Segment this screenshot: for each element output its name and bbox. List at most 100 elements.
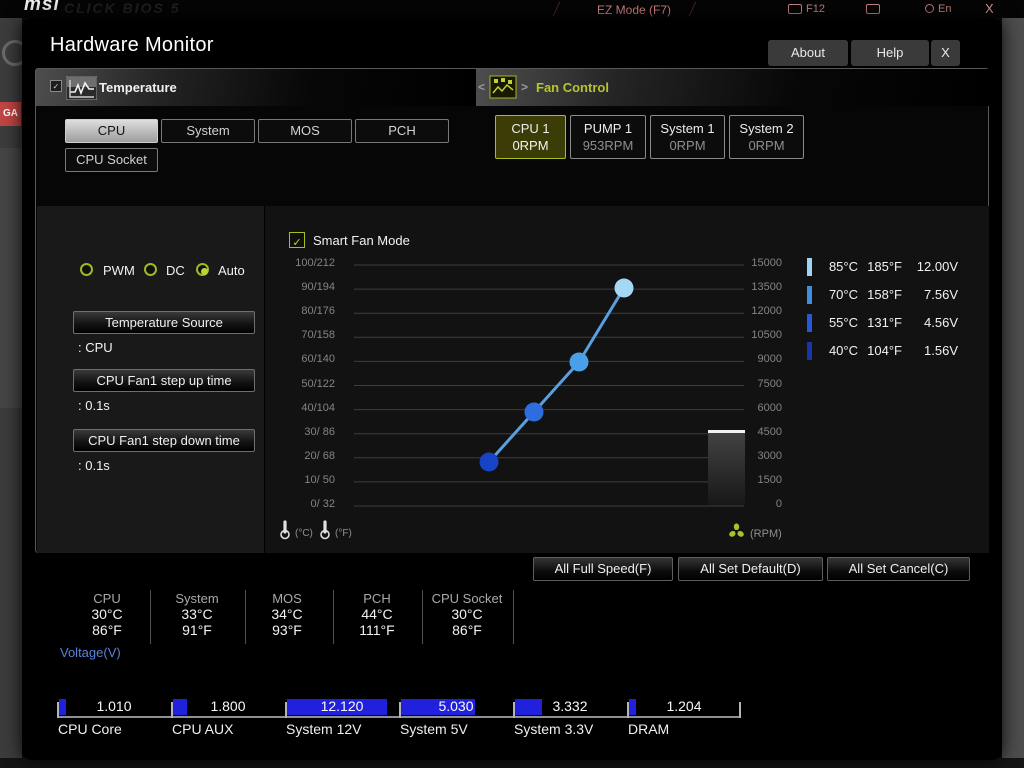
next-section-chevron[interactable]: > [521, 80, 528, 94]
fan-curve-point[interactable] [480, 453, 499, 472]
status-celsius: 34°C [237, 606, 337, 622]
voltage-value: 1.204 [627, 698, 741, 714]
step-down-time-button[interactable]: CPU Fan1 step down time [73, 429, 255, 452]
dialog-close-button[interactable]: X [931, 40, 960, 66]
bios-left-strip: GA [0, 18, 22, 760]
voltage-value: 5.030 [399, 698, 513, 714]
left-strip-texture [0, 148, 22, 408]
prev-section-chevron[interactable]: < [478, 80, 485, 94]
curve-row: 55°C 131°F 4.56V [815, 314, 960, 332]
curve-voltage: 7.56V [902, 286, 958, 304]
fan-tab-cpu1[interactable]: CPU 1 0RPM [495, 115, 566, 159]
curve-row: 85°C 185°F 12.00V [815, 258, 960, 276]
voltage-rail-label: DRAM [628, 721, 669, 737]
fahrenheit-unit-label: (°F) [335, 528, 352, 539]
status-temp-system: System 33°C 91°F [147, 591, 247, 638]
status-fahrenheit: 86°F [57, 622, 157, 638]
radio-circle[interactable] [80, 263, 93, 276]
fan-tab-rpm: 0RPM [651, 137, 724, 154]
temperature-source-value: : CPU [78, 340, 113, 355]
decor-slash [689, 2, 697, 16]
fan-curve-point[interactable] [570, 352, 589, 371]
decor-slash [553, 2, 561, 16]
curve-temp-f: 104°F [858, 342, 902, 360]
step-down-time-value: : 0.1s [78, 458, 110, 473]
voltage-value: 12.120 [285, 698, 399, 714]
curve-row-marker [807, 314, 812, 332]
curve-voltage: 12.00V [902, 258, 958, 276]
collapse-checkbox-icon[interactable]: ✓ [50, 80, 62, 92]
tab-system[interactable]: System [161, 119, 255, 143]
radio-circle[interactable] [144, 263, 157, 276]
curve-temp-f: 131°F [858, 314, 902, 332]
voltage-section-label: Voltage(V) [60, 645, 121, 660]
temperature-graph-icon [66, 76, 97, 100]
f12-hotkey-label: F12 [806, 3, 825, 15]
status-label: MOS [237, 591, 337, 606]
status-label: CPU [57, 591, 157, 606]
fan-tab-pump1[interactable]: PUMP 1 953RPM [570, 115, 646, 159]
fan-tab-system2[interactable]: System 2 0RPM [729, 115, 804, 159]
status-label: System [147, 591, 247, 606]
led-bulb-icon[interactable] [925, 4, 934, 13]
status-temp-cpu-socket: CPU Socket 30°C 86°F [417, 591, 517, 638]
fan-tab-system1[interactable]: System 1 0RPM [650, 115, 725, 159]
about-button[interactable]: About [768, 40, 848, 66]
bios-top-bar: msi CLICK BIOS 5 EZ Mode (F7) F12 En X [0, 0, 1024, 18]
status-fahrenheit: 91°F [147, 622, 247, 638]
frame-icon[interactable] [866, 4, 880, 14]
status-temp-cpu: CPU 30°C 86°F [57, 591, 157, 638]
fan-tab-rpm: 0RPM [496, 137, 565, 154]
tab-pch[interactable]: PCH [355, 119, 449, 143]
msi-logo: msi [24, 0, 60, 16]
fan-level-cap[interactable] [708, 430, 745, 433]
rpm-unit-label: (RPM) [750, 528, 782, 540]
curve-row-marker [807, 258, 812, 276]
status-celsius: 33°C [147, 606, 247, 622]
all-full-speed-button[interactable]: All Full Speed(F) [533, 557, 673, 581]
fan-tab-rpm: 953RPM [571, 137, 645, 154]
thermometer-fahrenheit-icon [318, 520, 332, 540]
language-toggle[interactable]: En [938, 3, 951, 15]
bios-screen: msi CLICK BIOS 5 EZ Mode (F7) F12 En X G… [0, 0, 1024, 768]
status-divider [513, 590, 514, 644]
curve-row: 40°C 104°F 1.56V [815, 342, 960, 360]
fan-tab-name: CPU 1 [496, 120, 565, 137]
fan-tab-name: System 2 [730, 120, 803, 137]
status-celsius: 30°C [57, 606, 157, 622]
radio-label: DC [166, 263, 185, 278]
status-label: PCH [327, 591, 427, 606]
fan-tab-name: PUMP 1 [571, 120, 645, 137]
tab-mos[interactable]: MOS [258, 119, 352, 143]
celsius-unit-label: (°C) [295, 528, 313, 539]
voltage-value: 3.332 [513, 698, 627, 714]
curve-temp-c: 70°C [815, 286, 858, 304]
click-bios-label: CLICK BIOS 5 [64, 0, 181, 16]
step-up-time-button[interactable]: CPU Fan1 step up time [73, 369, 255, 392]
status-fahrenheit: 111°F [327, 622, 427, 638]
tab-cpu-socket[interactable]: CPU Socket [65, 148, 158, 172]
voltage-value: 1.800 [171, 698, 285, 714]
all-set-cancel-button[interactable]: All Set Cancel(C) [827, 557, 970, 581]
bios-close-icon[interactable]: X [985, 1, 994, 16]
curve-temp-c: 55°C [815, 314, 858, 332]
radio-circle[interactable] [196, 263, 209, 276]
all-set-default-button[interactable]: All Set Default(D) [678, 557, 823, 581]
fan-curve-point[interactable] [615, 278, 634, 297]
fan-tab-name: System 1 [651, 120, 724, 137]
step-up-time-value: : 0.1s [78, 398, 110, 413]
help-button[interactable]: Help [851, 40, 929, 66]
curve-temp-c: 40°C [815, 342, 858, 360]
temperature-source-button[interactable]: Temperature Source [73, 311, 255, 334]
status-label: CPU Socket [417, 591, 517, 606]
dialog-title: Hardware Monitor [50, 34, 214, 57]
fan-curve-point[interactable] [525, 402, 544, 421]
ez-mode-button[interactable]: EZ Mode (F7) [597, 3, 671, 17]
status-temp-mos: MOS 34°C 93°F [237, 591, 337, 638]
voltage-rail-label: System 3.3V [514, 721, 593, 737]
fan-level-bar[interactable] [708, 433, 745, 505]
monitor-panel: ✓ Temperature < > Fan Control CPU System [35, 68, 989, 553]
fan-control-icon [489, 74, 517, 100]
screenshot-icon[interactable] [788, 4, 802, 14]
tab-cpu[interactable]: CPU [65, 119, 158, 143]
